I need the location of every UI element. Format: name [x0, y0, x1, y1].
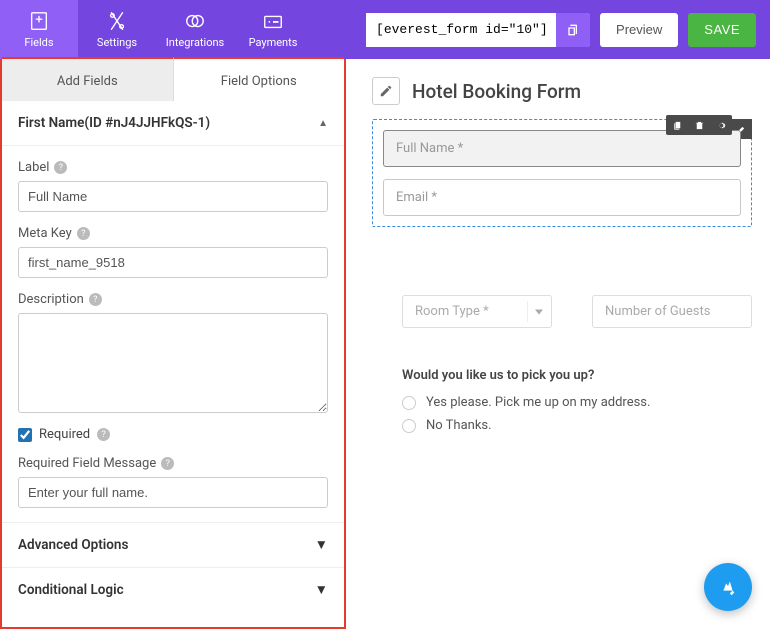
preview-field-guests[interactable]: Number of Guests: [592, 295, 752, 328]
label-required-msg: Required Field Message: [18, 456, 156, 471]
nav-integrations-label: Integrations: [166, 36, 224, 49]
preview-field-fullname[interactable]: Full Name *: [383, 130, 741, 167]
help-icon[interactable]: ?: [89, 293, 102, 306]
help-icon[interactable]: ?: [161, 457, 174, 470]
preview-field-email-placeholder: Email *: [396, 190, 437, 205]
metakey-input[interactable]: [18, 247, 328, 278]
preview-field-roomtype[interactable]: Room Type *: [402, 295, 552, 328]
label-label: Label: [18, 160, 49, 175]
help-icon[interactable]: ?: [77, 227, 90, 240]
label-input[interactable]: [18, 181, 328, 212]
label-required: Required: [39, 427, 90, 442]
accordion-conditional-logic[interactable]: Conditional Logic ▼: [2, 567, 344, 612]
field-settings-button[interactable]: [710, 115, 732, 135]
radio-icon: [402, 396, 416, 410]
field-toolbar: [666, 115, 732, 135]
form-preview: Hotel Booking Form Full Name * Email * R…: [346, 59, 770, 629]
shortcode-input[interactable]: [366, 13, 556, 47]
preview-field-fullname-placeholder: Full Name *: [396, 141, 463, 156]
field-duplicate-button[interactable]: [666, 115, 688, 135]
required-msg-input[interactable]: [18, 477, 328, 508]
accordion-field-header[interactable]: First Name(ID #nJ4JJHFkQS-1) ▲: [2, 101, 344, 146]
tab-field-options[interactable]: Field Options: [174, 57, 345, 101]
save-button[interactable]: SAVE: [688, 13, 756, 47]
preview-button[interactable]: Preview: [600, 13, 678, 47]
nav-fields-label: Fields: [24, 36, 53, 49]
form-title: Hotel Booking Form: [412, 80, 581, 103]
field-delete-button[interactable]: [688, 115, 710, 135]
theme-fab-button[interactable]: [704, 563, 752, 611]
nav-payments-label: Payments: [249, 36, 298, 49]
preview-radio-option-1[interactable]: Yes please. Pick me up on my address.: [402, 395, 752, 410]
accordion-field-title: First Name(ID #nJ4JJHFkQS-1): [18, 115, 210, 131]
shortcode-field: [366, 13, 590, 47]
nav-settings-label: Settings: [97, 36, 137, 49]
left-panel: Add Fields Field Options First Name(ID #…: [0, 59, 346, 629]
preview-radio-label-2: No Thanks.: [426, 418, 492, 433]
help-icon[interactable]: ?: [97, 428, 110, 441]
edit-title-button[interactable]: [372, 77, 400, 105]
tab-add-fields[interactable]: Add Fields: [2, 57, 174, 101]
nav-integrations[interactable]: Integrations: [156, 0, 234, 59]
nav-fields[interactable]: Fields: [0, 0, 78, 59]
preview-radio-label-1: Yes please. Pick me up on my address.: [426, 395, 650, 410]
chevron-up-icon: ▲: [318, 118, 328, 129]
accordion-advanced-options[interactable]: Advanced Options ▼: [2, 522, 344, 567]
preview-field-email[interactable]: Email *: [383, 179, 741, 216]
form-row[interactable]: Full Name * Email *: [372, 119, 752, 227]
nav-payments[interactable]: Payments: [234, 0, 312, 59]
label-metakey: Meta Key: [18, 226, 72, 241]
accordion-advanced-label: Advanced Options: [18, 537, 128, 553]
label-description: Description: [18, 292, 84, 307]
nav-settings[interactable]: Settings: [78, 0, 156, 59]
preview-question-label: Would you like us to pick you up?: [402, 368, 752, 383]
description-textarea[interactable]: [18, 313, 328, 413]
chevron-down-icon: ▼: [315, 537, 328, 553]
accordion-conditional-label: Conditional Logic: [18, 582, 124, 598]
preview-radio-option-2[interactable]: No Thanks.: [402, 418, 752, 433]
copy-shortcode-button[interactable]: [556, 13, 590, 47]
help-icon[interactable]: ?: [54, 161, 67, 174]
required-checkbox[interactable]: [18, 428, 32, 442]
radio-icon: [402, 419, 416, 433]
chevron-down-icon: ▼: [315, 582, 328, 598]
